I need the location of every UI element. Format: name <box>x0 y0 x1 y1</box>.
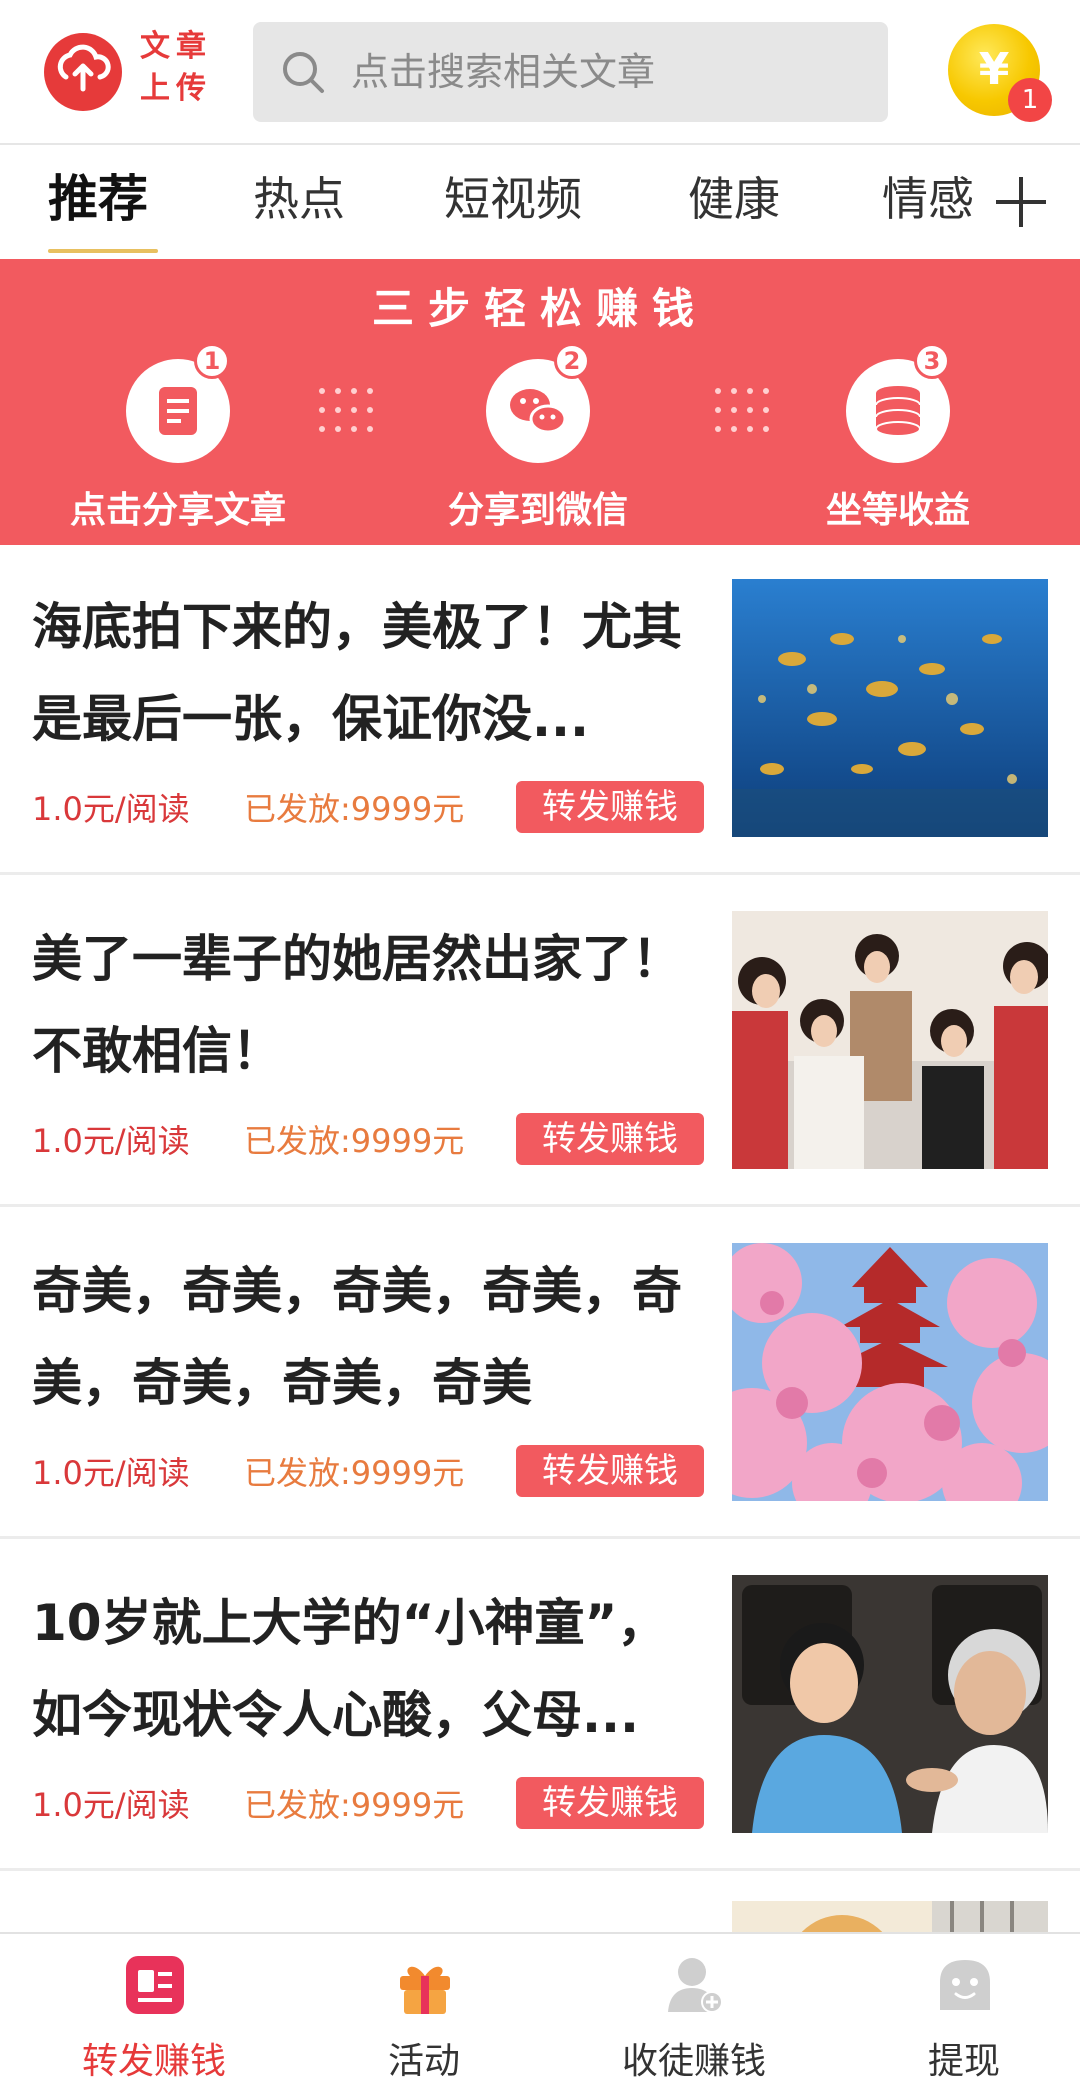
add-user-icon <box>668 1958 723 2013</box>
article-card[interactable]: 海底拍下来的，美极了！尤其是最后一张，保证你没... 1.0元/阅读 已发放:9… <box>0 545 1080 875</box>
tab-recommend[interactable]: 推荐 <box>48 147 148 257</box>
step-number: 1 <box>194 343 230 379</box>
article-meta: 1.0元/阅读 已发放:9999元 转发赚钱 <box>32 1777 732 1829</box>
step-number: 2 <box>554 343 590 379</box>
article-thumbnail[interactable] <box>732 1243 1048 1501</box>
nav-activity[interactable]: 活动 <box>314 1934 534 2087</box>
top-header: 文章上传 点击搜索相关文章 ¥ 1 <box>0 0 1080 145</box>
article-title[interactable]: 奇美，奇美，奇美，奇美，奇美，奇美，奇美，奇美 <box>32 1245 692 1429</box>
nav-label: 活动 <box>387 2041 460 2082</box>
share-earn-button[interactable]: 转发赚钱 <box>516 1113 704 1165</box>
price-per-read: 1.0元/阅读 <box>32 1454 190 1492</box>
share-earn-button[interactable]: 转发赚钱 <box>516 1445 704 1497</box>
paid-amount: 已发放:9999元 <box>244 790 465 828</box>
tab-short-video[interactable]: 短视频 <box>444 147 582 257</box>
share-earn-button[interactable]: 转发赚钱 <box>516 1777 704 1829</box>
paid-amount: 已发放:9999元 <box>244 1454 465 1492</box>
nav-label: 收徒赚钱 <box>621 2041 766 2082</box>
nav-recruit[interactable]: 收徒赚钱 <box>584 1934 804 2087</box>
active-tab-indicator <box>48 249 158 253</box>
article-meta: 1.0元/阅读 已发放:9999元 转发赚钱 <box>32 1113 732 1165</box>
article-thumbnail[interactable] <box>732 1575 1048 1833</box>
step-label: 点击分享文章 <box>69 490 286 531</box>
nav-share-earn[interactable]: 转发赚钱 <box>44 1934 264 2087</box>
paid-amount: 已发放:9999元 <box>244 1122 465 1160</box>
nav-label: 转发赚钱 <box>81 2041 226 2082</box>
add-tab-icon[interactable] <box>992 173 1050 231</box>
search-icon <box>283 52 324 93</box>
article-title[interactable]: 10岁就上大学的“小神童”，如今现状令人心酸，父母... <box>32 1577 692 1761</box>
search-placeholder: 点击搜索相关文章 <box>351 50 656 94</box>
share-earn-icon <box>126 1956 184 2014</box>
article-thumbnail[interactable] <box>732 579 1048 837</box>
withdraw-icon <box>940 1960 990 2010</box>
article-title[interactable]: 海底拍下来的，美极了！尤其是最后一张，保证你没... <box>32 581 692 765</box>
article-card[interactable]: 美了一辈子的她居然出家了！不敢相信！ 1.0元/阅读 已发放:9999元 转发赚… <box>0 877 1080 1207</box>
price-per-read: 1.0元/阅读 <box>32 1786 190 1824</box>
upload-logo-icon[interactable] <box>44 33 122 111</box>
dots-separator <box>715 388 769 432</box>
nav-withdraw[interactable]: 提现 <box>854 1934 1074 2087</box>
step-number: 3 <box>914 343 950 379</box>
coin-badge: 1 <box>1008 78 1052 122</box>
step-label: 坐等收益 <box>825 490 970 531</box>
banner-title: 三步轻松赚钱 <box>371 284 708 333</box>
tab-hot[interactable]: 热点 <box>253 147 345 257</box>
category-tabs: 推荐 热点 短视频 健康 情感 <box>0 147 1080 257</box>
article-card[interactable]: 奇美，奇美，奇美，奇美，奇美，奇美，奇美，奇美 1.0元/阅读 已发放:9999… <box>0 1209 1080 1539</box>
article-thumbnail[interactable] <box>732 911 1048 1169</box>
tab-emotion[interactable]: 情感 <box>882 147 974 257</box>
step-label: 分享到微信 <box>447 490 628 531</box>
price-per-read: 1.0元/阅读 <box>32 790 190 828</box>
price-per-read: 1.0元/阅读 <box>32 1122 190 1160</box>
nav-label: 提现 <box>927 2041 1000 2082</box>
article-meta: 1.0元/阅读 已发放:9999元 转发赚钱 <box>32 781 732 833</box>
upload-logo-text[interactable]: 文章上传 <box>140 26 220 110</box>
bottom-navigation: 转发赚钱 活动 收徒赚钱 提现 <box>0 1932 1080 2087</box>
dots-separator <box>319 388 373 432</box>
article-meta: 1.0元/阅读 已发放:9999元 转发赚钱 <box>32 1445 732 1497</box>
article-card[interactable]: 10岁就上大学的“小神童”，如今现状令人心酸，父母... 1.0元/阅读 已发放… <box>0 1541 1080 1871</box>
share-earn-button[interactable]: 转发赚钱 <box>516 781 704 833</box>
article-title[interactable]: 美了一辈子的她居然出家了！不敢相信！ <box>32 913 692 1097</box>
three-steps-banner[interactable]: 三步轻松赚钱 1 点击分享文章 2 分享到微信 3 坐等收益 <box>0 259 1080 545</box>
tab-health[interactable]: 健康 <box>688 147 780 257</box>
paid-amount: 已发放:9999元 <box>244 1786 465 1824</box>
search-input[interactable]: 点击搜索相关文章 <box>253 22 888 122</box>
gift-icon <box>400 1966 450 2014</box>
